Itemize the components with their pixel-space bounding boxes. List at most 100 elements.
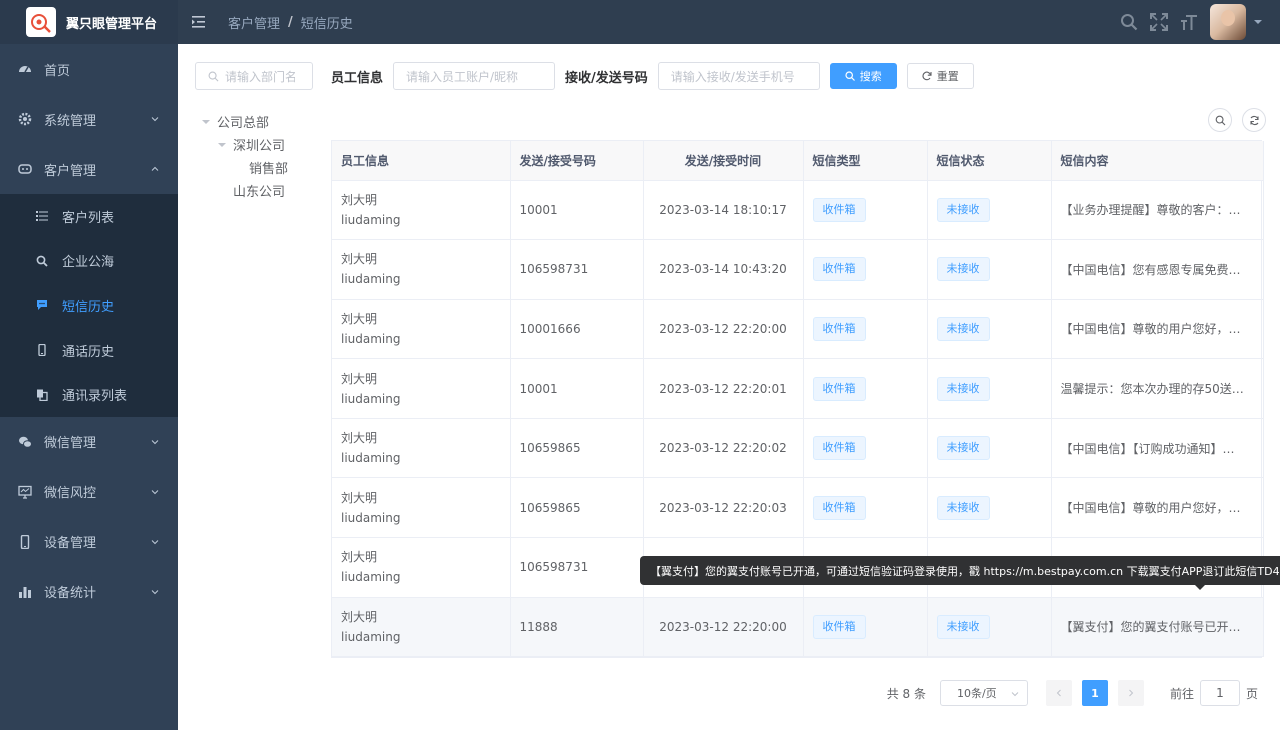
tree-node-root[interactable]: 公司总部 <box>200 110 288 133</box>
content-cell[interactable]: 【中国电信】尊敬的用户您好，… <box>1051 477 1264 539</box>
sidebar-item-label: 通话历史 <box>62 344 115 360</box>
time-cell: 2023-03-14 10:43:20 <box>643 239 804 300</box>
status-cell: 未接收 <box>927 239 1052 300</box>
monitor-icon <box>18 485 32 499</box>
content-cell[interactable]: 【中国电信】【订购成功通知】… <box>1051 418 1264 479</box>
table-row[interactable]: 刘大明 liudaming 10001666 2023-03-12 22:20:0… <box>332 299 1264 360</box>
caret-down-icon[interactable] <box>216 139 228 151</box>
employee-cell: 刘大明 liudaming <box>332 299 511 360</box>
employee-cell: 刘大明 liudaming <box>332 537 511 598</box>
time-cell: 2023-03-12 22:20:01 <box>643 358 804 419</box>
type-cell: 收件箱 <box>803 418 928 479</box>
caret-down-icon[interactable] <box>200 116 212 128</box>
type-tag: 收件箱 <box>812 316 866 341</box>
sidebar-item-system[interactable]: 系统管理 <box>0 94 178 144</box>
employee-account: liudaming <box>341 629 401 644</box>
number-cell: 106598731 <box>510 537 644 598</box>
type-tag: 收件箱 <box>812 376 866 401</box>
sidebar-item-customer[interactable]: 客户管理 <box>0 144 178 194</box>
table-row[interactable]: 刘大明 liudaming 10001 2023-03-12 22:20:01 收… <box>332 358 1264 419</box>
type-cell: 收件箱 <box>803 299 928 360</box>
sidebar-item-device[interactable]: 设备管理 <box>0 517 178 567</box>
topbar-tools <box>1120 0 1280 44</box>
content-cell[interactable]: 【中国电信】您有感恩专属免费… <box>1051 239 1264 300</box>
sidebar-item-label: 客户列表 <box>62 210 115 226</box>
gear-icon <box>18 112 32 126</box>
content-cell[interactable]: 【中国电信】尊敬的用户您好，… <box>1051 299 1264 360</box>
goto-label: 前往 <box>1169 686 1194 701</box>
sidebar-item-device-stats[interactable]: 设备统计 <box>0 567 178 617</box>
table-row[interactable]: 刘大明 liudaming 10659865 2023-03-12 22:20:0… <box>332 477 1264 539</box>
tree-node-label: 公司总部 <box>217 116 270 131</box>
phone-placeholder: 请输入接收/发送手机号 <box>670 69 795 84</box>
goto-page-input[interactable]: 1 <box>1199 680 1240 706</box>
toggle-search-button[interactable] <box>1208 108 1232 132</box>
sidebar-item-customer-list[interactable]: 客户列表 <box>0 194 178 239</box>
sidebar-item-enterprise-pool[interactable]: 企业公海 <box>0 239 178 284</box>
avatar[interactable] <box>1210 4 1246 40</box>
caret-down-icon[interactable] <box>1254 18 1262 26</box>
breadcrumb-parent[interactable]: 客户管理 <box>228 13 280 32</box>
sidebar: 翼只眼管理平台 首页 系统管理 客户管理 客户列表 企业公海 短信历史 通话历史 <box>0 0 178 730</box>
table-row[interactable]: 刘大明 liudaming 10659865 2023-03-12 22:20:0… <box>332 418 1264 479</box>
sidebar-item-wechat[interactable]: 微信管理 <box>0 417 178 467</box>
sidebar-item-label: 短信历史 <box>62 299 115 315</box>
phone-icon <box>36 344 48 357</box>
employee-account: liudaming <box>341 212 401 227</box>
breadcrumb-current: 短信历史 <box>300 16 353 32</box>
content-cell[interactable]: 【业务办理提醒】尊敬的客户：… <box>1051 180 1264 241</box>
number-cell: 10001 <box>510 358 644 419</box>
time-cell: 2023-03-12 22:20:00 <box>643 597 804 658</box>
sidebar-item-sms-history[interactable]: 短信历史 <box>0 283 178 328</box>
dept-search-input[interactable]: 请输入部门名 <box>195 62 313 90</box>
status-cell: 未接收 <box>927 418 1052 479</box>
type-tag: 收件箱 <box>812 495 866 520</box>
wechat-icon <box>18 435 32 449</box>
refresh-button[interactable] <box>1242 108 1266 132</box>
table-header-row: 员工信息 发送/接受号码 发送/接受时间 短信类型 短信状态 短信内容 <box>332 141 1264 181</box>
next-page-button[interactable] <box>1117 680 1144 706</box>
employee-account: liudaming <box>341 272 401 287</box>
sidebar-item-call-history[interactable]: 通话历史 <box>0 328 178 373</box>
page-size-select[interactable]: 10条/页 <box>939 680 1028 706</box>
refresh-icon <box>1249 115 1259 125</box>
dashboard-icon <box>18 62 32 76</box>
number-cell: 11888 <box>510 597 644 658</box>
employee-name: 刘大明 <box>341 550 378 565</box>
employee-input[interactable]: 请输入员工账户/昵称 <box>393 62 556 90</box>
reset-button[interactable]: 重置 <box>906 63 974 89</box>
menu-fold-icon[interactable] <box>192 15 208 29</box>
phone-input[interactable]: 请输入接收/发送手机号 <box>657 62 820 90</box>
sidebar-item-label: 通讯录列表 <box>62 389 128 405</box>
search-button-label: 搜索 <box>859 70 882 83</box>
app-logo[interactable]: 翼只眼管理平台 <box>0 0 178 44</box>
search-icon[interactable] <box>1120 13 1138 31</box>
device-icon <box>18 534 32 549</box>
pagination: 共 8 条 10条/页 1 前往 1 页 <box>887 680 1258 706</box>
department-tree: 公司总部 深圳公司 销售部 山东公司 <box>200 110 288 202</box>
sidebar-item-label: 企业公海 <box>62 255 115 271</box>
sidebar-item-wechat-risk[interactable]: 微信风控 <box>0 467 178 517</box>
table-row[interactable]: 刘大明 liudaming 11888 2023-03-12 22:20:00 收… <box>332 597 1264 658</box>
status-tag: 未接收 <box>936 257 990 282</box>
page-number-button[interactable]: 1 <box>1081 680 1108 706</box>
tree-node-label: 深圳公司 <box>233 139 286 154</box>
fullscreen-icon[interactable] <box>1150 13 1168 31</box>
table-row[interactable]: 刘大明 liudaming 10001 2023-03-14 18:10:17 收… <box>332 180 1264 241</box>
customer-icon <box>18 162 32 176</box>
tree-node-sales[interactable]: 销售部 <box>200 156 288 179</box>
status-cell: 未接收 <box>927 597 1052 658</box>
table-row[interactable]: 刘大明 liudaming 106598731 2023-03-14 10:43:… <box>332 239 1264 300</box>
search-button[interactable]: 搜索 <box>829 63 897 89</box>
font-size-icon[interactable] <box>1180 13 1198 31</box>
sidebar-item-label: 客户管理 <box>44 163 97 179</box>
search-icon <box>36 255 48 267</box>
sidebar-item-home[interactable]: 首页 <box>0 44 178 94</box>
tree-node-shandong[interactable]: 山东公司 <box>200 179 288 202</box>
content-cell[interactable]: 【翼支付】您的翼支付账号已开… <box>1051 597 1264 658</box>
content-cell[interactable]: 温馨提示：您本次办理的存50送… <box>1051 358 1264 419</box>
prev-page-button[interactable] <box>1045 680 1072 706</box>
chevron-left-icon <box>1056 689 1061 697</box>
tree-node-shenzhen[interactable]: 深圳公司 <box>200 133 288 156</box>
sidebar-item-contacts[interactable]: 通讯录列表 <box>0 372 178 417</box>
